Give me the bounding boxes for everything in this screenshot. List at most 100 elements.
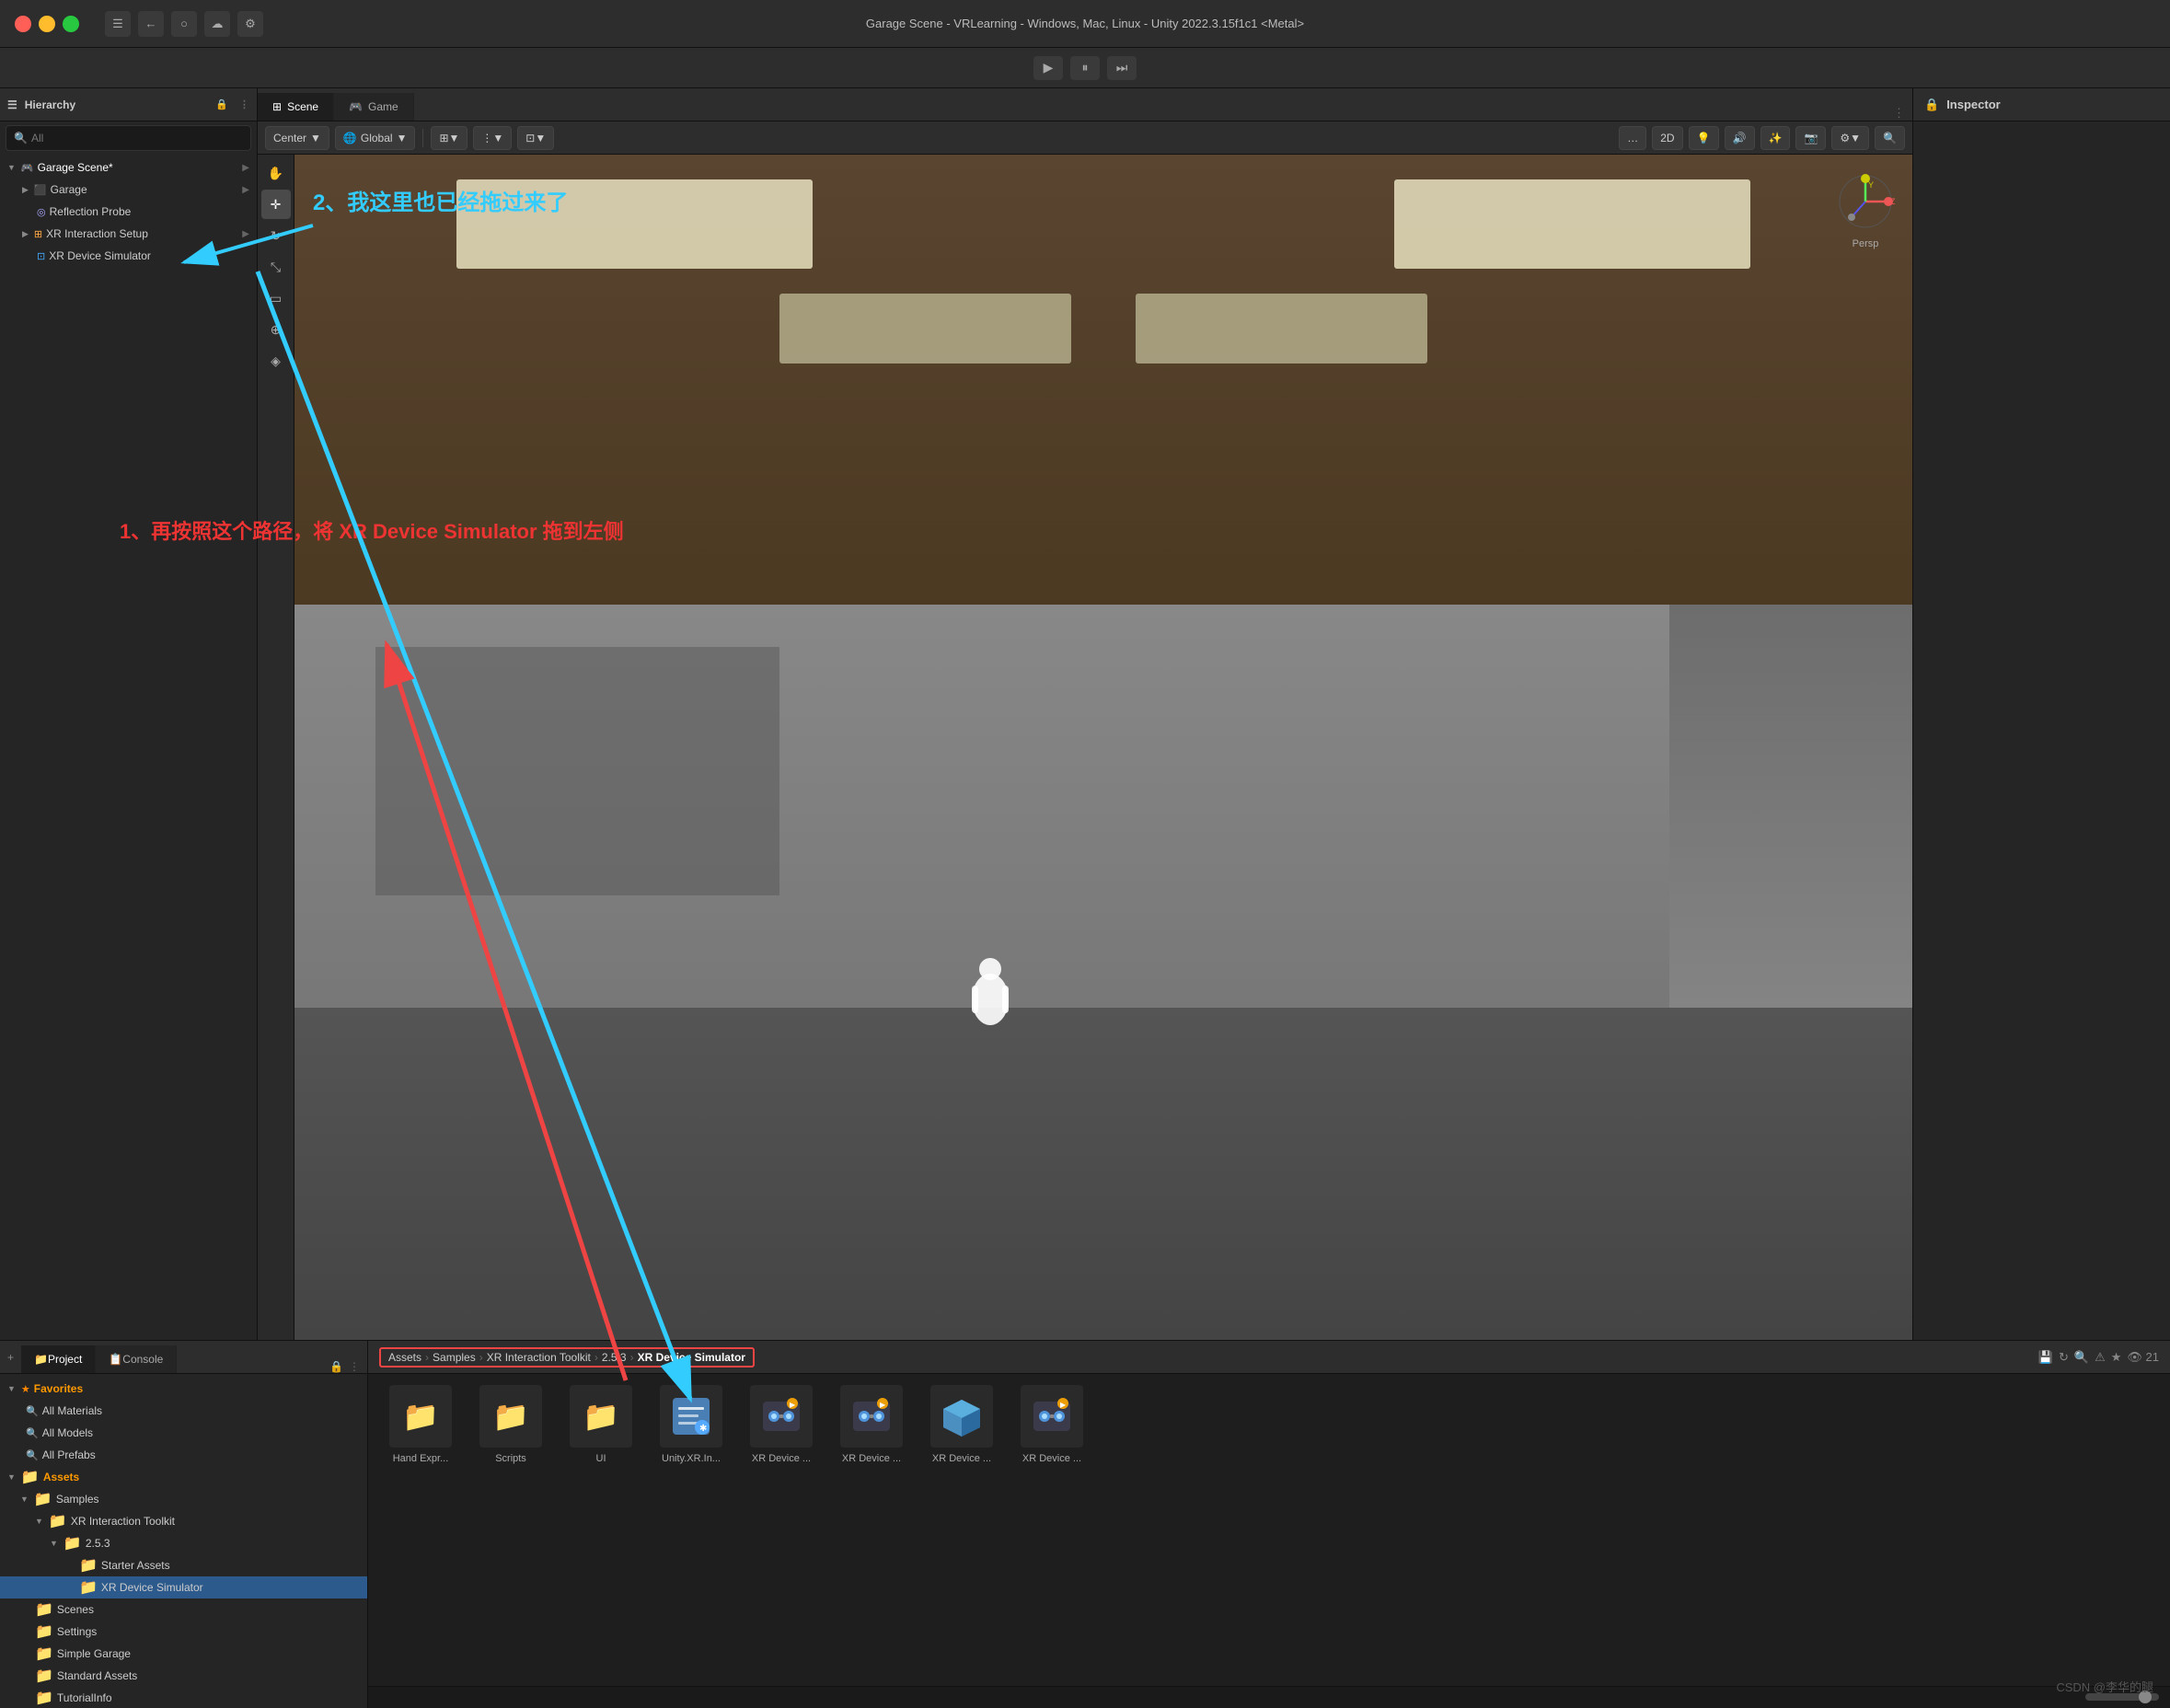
toolbar-icon-back[interactable]: ← [138,11,164,37]
project-item-all-models[interactable]: 🔍 All Models [0,1422,367,1444]
folder-icon-xr-sim: 📁 [79,1578,98,1597]
asset-label-hand-expr: Hand Expr... [393,1453,449,1464]
hierarchy-item-xr-interaction-setup[interactable]: ▶ ⊞ XR Interaction Setup ▶ [0,223,257,245]
asset-item-xr-device-2[interactable]: ▶ XR Device ... [830,1385,913,1464]
view-options[interactable]: … [1619,126,1646,150]
audio-toggle[interactable]: 🔊 [1725,126,1755,150]
project-item-all-prefabs[interactable]: 🔍 All Prefabs [0,1444,367,1466]
hierarchy-item-garage[interactable]: ▶ ⬛ Garage ▶ [0,179,257,201]
tool-rect[interactable]: ▭ [261,283,291,313]
tab-game[interactable]: 🎮 Game [334,93,414,121]
assets-refresh-icon[interactable]: ↻ [2059,1350,2069,1365]
project-item-v253[interactable]: ▼ 📁 2.5.3 [0,1532,367,1554]
asset-icon-xr-device-3 [930,1385,993,1448]
hierarchy-search[interactable]: 🔍 [6,125,251,151]
toggle-2d[interactable]: 2D [1652,126,1682,150]
tool-scale[interactable]: ⤡ [261,252,291,282]
project-item-tutorial-info[interactable]: 📁 TutorialInfo [0,1687,367,1708]
center-dropdown[interactable]: Center ▼ [265,126,329,150]
gizmo-toggle[interactable]: ⊡▼ [517,126,554,150]
tool-hand[interactable]: ✋ [261,158,291,188]
tool-move[interactable]: ✛ [261,190,291,219]
project-item-xr-device-sim-folder[interactable]: 📁 XR Device Simulator [0,1576,367,1598]
minimize-button[interactable] [39,16,55,32]
global-dropdown[interactable]: 🌐 Global ▼ [335,126,416,150]
search-scene[interactable]: 🔍 [1875,126,1905,150]
pause-button[interactable]: ⏸ [1070,56,1100,80]
tab-project[interactable]: 📁 Project [21,1345,96,1373]
grid-size-slider[interactable] [2085,1693,2159,1701]
folder-icon-hand-expr: 📁 [402,1399,439,1434]
project-item-starter-assets[interactable]: 📁 Starter Assets [0,1554,367,1576]
play-button[interactable]: ▶ [1033,56,1063,80]
project-item-settings[interactable]: 📁 Settings [0,1621,367,1643]
project-more-icon[interactable]: ⋮ [349,1360,360,1373]
xr-icon: ⊞ [34,228,42,240]
close-button[interactable] [15,16,31,32]
reflect-icon: ◎ [37,206,46,218]
tool-transform[interactable]: ⊕ [261,315,291,344]
hierarchy-item-xr-device-simulator[interactable]: ⊡ XR Device Simulator [0,245,257,267]
grid-slider-thumb[interactable] [2139,1691,2152,1703]
assets-fav-icon[interactable]: ★ [2111,1350,2122,1365]
lighting-toggle[interactable]: 💡 [1689,126,1719,150]
hierarchy-item-reflection-probe[interactable]: ◎ Reflection Probe [0,201,257,223]
project-item-scenes[interactable]: 📁 Scenes [0,1598,367,1621]
scene-tabs: ⊞ Scene 🎮 Game ⋮ [258,88,1912,121]
hierarchy-more-icon[interactable]: ⋮ [239,98,249,110]
full-layout: ▶ ⏸ ⏭ ☰ Hierarchy 🔒 ⋮ 🔍 ▼ 🎮 Garage [0,48,2170,1708]
toolbar-icon-settings[interactable]: ⚙ [237,11,263,37]
asset-item-xr-device-1[interactable]: ▶ XR Device ... [740,1385,823,1464]
hierarchy-item-garage-scene[interactable]: ▼ 🎮 Garage Scene* ▶ [0,156,257,179]
scene-panel-more[interactable]: ⋮ [1893,106,1905,121]
inspector-lock-icon[interactable]: 🔒 [1924,98,1939,112]
garage-floor [294,1008,1912,1340]
project-item-all-materials[interactable]: 🔍 All Materials [0,1400,367,1422]
gizmos-dropdown[interactable]: ⚙▼ [1831,126,1869,150]
inspector-header: 🔒 Inspector [1913,88,2170,121]
hierarchy-search-input[interactable] [31,132,243,144]
asset-item-scripts[interactable]: 📁 Scripts [469,1385,552,1464]
asset-item-unity-xr[interactable]: ✱ Unity.XR.In... [650,1385,733,1464]
project-item-favorites[interactable]: ▼ ★ Favorites [0,1378,367,1400]
asset-item-hand-expr[interactable]: 📁 Hand Expr... [379,1385,462,1464]
assets-save-icon[interactable]: 💾 [2038,1350,2053,1365]
maximize-button[interactable] [63,16,79,32]
grid-toggle[interactable]: ⊞▼ [431,126,467,150]
folder-icon-assets: 📁 [21,1468,40,1486]
tool-rotate[interactable]: ↻ [261,221,291,250]
tab-scene[interactable]: ⊞ Scene [258,93,334,121]
toolbar-icon-history[interactable]: ○ [171,11,197,37]
asset-item-ui[interactable]: 📁 UI [560,1385,642,1464]
scene-cam-toggle[interactable]: 📷 [1795,126,1826,150]
project-item-standard-assets[interactable]: 📁 Standard Assets [0,1665,367,1687]
snap-toggle[interactable]: ⋮▼ [473,126,512,150]
folder-icon-v253: 📁 [63,1534,82,1552]
fx-toggle[interactable]: ✨ [1760,126,1791,150]
asset-item-xr-device-4[interactable]: ▶ XR Device ... [1010,1385,1093,1464]
asset-item-xr-device-3[interactable]: XR Device ... [920,1385,1003,1464]
tool-custom[interactable]: ◈ [261,346,291,375]
assets-warn-icon[interactable]: ⚠ [2095,1350,2106,1365]
project-item-samples[interactable]: ▼ 📁 Samples [0,1488,367,1510]
project-item-xr-toolkit[interactable]: ▼ 📁 XR Interaction Toolkit [0,1510,367,1532]
prefab-icon-svg-4: ▶ [1030,1394,1074,1438]
assets-search-icon[interactable]: 🔍 [2074,1350,2089,1365]
step-button[interactable]: ⏭ [1107,56,1137,80]
search-icon-all-mats: 🔍 [26,1405,39,1417]
project-lock-icon[interactable]: 🔒 [329,1360,343,1373]
toolbar-icon-cloud[interactable]: ☁ [204,11,230,37]
folder-icon-simple-garage: 📁 [35,1645,53,1663]
v253-label: 2.5.3 [86,1537,110,1550]
samples-label: Samples [56,1493,99,1506]
folder-icon-scripts: 📁 [492,1399,529,1434]
add-button[interactable]: + [0,1341,21,1373]
project-item-simple-garage[interactable]: 📁 Simple Garage [0,1643,367,1665]
tab-console[interactable]: 📋 Console [96,1345,177,1373]
console-tab-label: Console [122,1353,163,1366]
project-item-assets[interactable]: ▼ 📁 Assets [0,1466,367,1488]
toolbar-icon-menu[interactable]: ☰ [105,11,131,37]
prefab-icon-svg-2: ▶ [849,1394,894,1438]
hierarchy-lock-icon[interactable]: 🔒 [215,98,228,110]
folder-icon-scenes: 📁 [35,1600,53,1619]
